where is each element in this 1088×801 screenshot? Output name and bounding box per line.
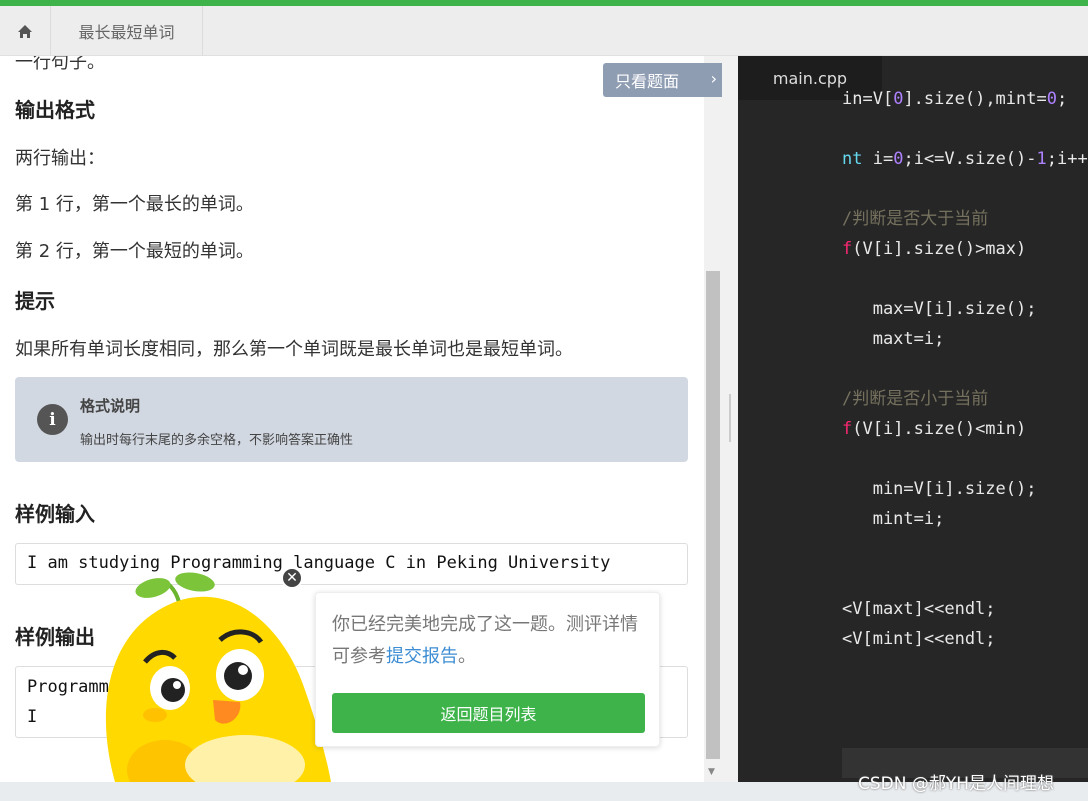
sample-output-heading: 样例输出 xyxy=(15,625,95,649)
hint-heading: 提示 xyxy=(15,289,55,313)
format-notice: i 格式说明 输出时每行末尾的多余空格，不影响答案正确性 xyxy=(15,377,688,462)
output-format-intro: 两行输出： xyxy=(15,148,105,169)
hint-text: 如果所有单词长度相同，那么第一个单词既是最长单词也是最短单词。 xyxy=(15,339,573,360)
input-format-tail: 一行句子。 xyxy=(15,56,105,73)
output-format-heading: 输出格式 xyxy=(15,98,95,122)
completion-message-text: 你已经完美地完成了这一题。测评详情可参考 xyxy=(332,614,638,667)
close-icon[interactable]: ✕ xyxy=(281,567,303,589)
info-icon: i xyxy=(37,404,68,435)
tab-problem-title[interactable]: 最长最短单词 xyxy=(51,6,203,56)
completion-message-end: 。 xyxy=(458,646,476,667)
only-view-problem-label: 只看题面 xyxy=(615,72,680,91)
code-editor[interactable]: main.cpp in=V[0].size(),mint=0; nt i=0;i… xyxy=(738,56,1088,782)
completion-popup: 你已经完美地完成了这一题。测评详情可参考提交报告。 返回题目列表 xyxy=(315,592,660,747)
notice-title: 格式说明 xyxy=(80,397,141,415)
code-content[interactable]: in=V[0].size(),mint=0; nt i=0;i<=V.size(… xyxy=(842,84,1088,774)
pane-resize-handle[interactable] xyxy=(722,56,738,782)
tab-bar: 最长最短单词 xyxy=(0,6,1088,56)
output-line-2: 第 2 行，第一个最短的单词。 xyxy=(15,241,254,262)
csdn-watermark: CSDN @郝YH是人间理想 xyxy=(858,774,1055,794)
grip-icon xyxy=(729,394,731,442)
notice-text: 输出时每行末尾的多余空格，不影响答案正确性 xyxy=(80,433,354,448)
home-tab[interactable] xyxy=(0,6,51,56)
scroll-down-arrow-icon[interactable]: ▼ xyxy=(708,767,715,777)
only-view-problem-button[interactable]: 只看题面 › xyxy=(603,63,723,97)
home-icon xyxy=(18,24,32,38)
submission-report-link[interactable]: 提交报告 xyxy=(386,646,458,667)
mascot-chick-image xyxy=(105,572,331,782)
scrollbar-thumb[interactable] xyxy=(706,271,720,759)
problem-scrollbar[interactable]: ▼ xyxy=(704,56,722,782)
completion-message: 你已经完美地完成了这一题。测评详情可参考提交报告。 xyxy=(332,609,650,673)
back-to-list-button[interactable]: 返回题目列表 xyxy=(332,693,645,733)
chevron-right-icon: › xyxy=(710,69,717,88)
output-line-1: 第 1 行，第一个最长的单词。 xyxy=(15,194,254,215)
sample-input-heading: 样例输入 xyxy=(15,502,95,526)
